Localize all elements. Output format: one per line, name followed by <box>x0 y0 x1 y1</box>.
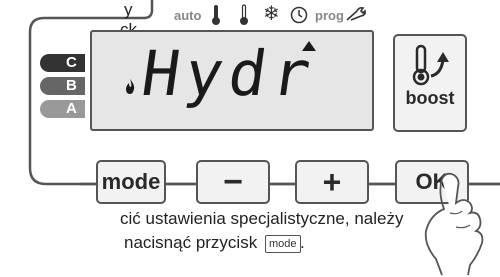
pressing-hand-icon <box>424 172 484 276</box>
mode-button[interactable]: mode <box>96 160 166 204</box>
thermometer-boost-icon <box>412 44 449 86</box>
instruction-line-1: cić ustawienia specjalistyczne, należy <box>120 209 404 228</box>
plus-button-label: + <box>322 163 342 200</box>
clock-icon <box>290 6 308 24</box>
thermometer-low-icon <box>240 4 248 25</box>
minus-button[interactable]: − <box>196 160 270 204</box>
level-tab-c-label: C <box>66 54 77 71</box>
heater-control-illustration: y ck auto ❄ prog C B A Hydr boost <box>0 0 500 277</box>
inline-mode-key-label: mode <box>269 238 297 250</box>
thermometer-icon <box>212 5 220 25</box>
instruction-period: . <box>300 233 305 252</box>
display-text: Hydr <box>137 37 321 110</box>
auto-mode-label: auto <box>174 8 202 23</box>
manual-text-fragment-1: y <box>124 0 133 19</box>
prog-mode-label: prog <box>315 8 344 23</box>
plus-button[interactable]: + <box>295 160 369 204</box>
level-tab-b <box>40 77 85 95</box>
wrench-icon <box>346 7 366 21</box>
boost-button-label: boost <box>405 88 455 108</box>
instruction-line-2: nacisnąć przycisk <box>124 233 258 252</box>
snowflake-icon: ❄ <box>263 3 280 25</box>
level-tab-a-label: A <box>66 100 77 117</box>
inline-mode-key: mode <box>265 235 301 253</box>
boost-button[interactable]: boost <box>393 34 467 132</box>
mode-button-label: mode <box>101 169 161 194</box>
level-tab-c <box>40 54 85 72</box>
minus-button-label: − <box>223 162 243 201</box>
flame-icon <box>126 79 135 94</box>
level-tab-b-label: B <box>66 77 77 94</box>
level-tab-a <box>40 100 85 118</box>
